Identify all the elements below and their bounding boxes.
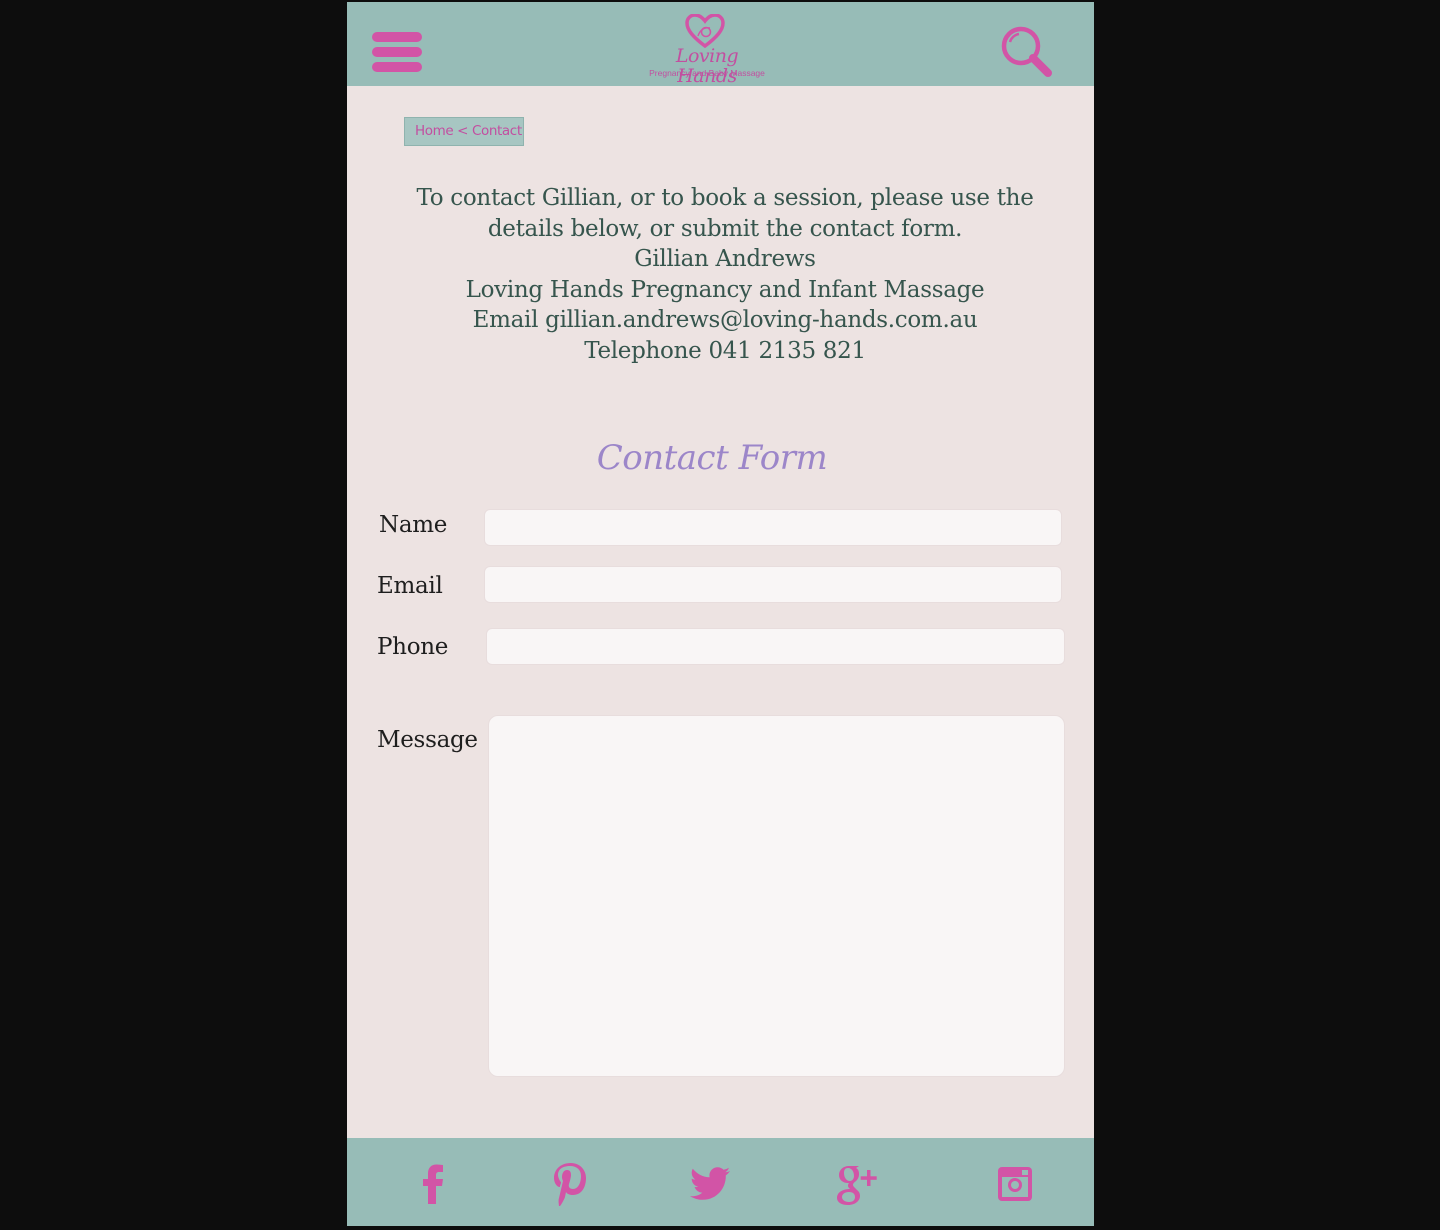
contact-telephone: Telephone 041 2135 821	[584, 337, 866, 364]
contact-email: Email gillian.andrews@loving-hands.com.a…	[472, 307, 978, 334]
message-label: Message	[377, 727, 478, 753]
intro-line: details below, or submit the contact for…	[487, 215, 963, 242]
contact-name: Gillian Andrews	[634, 246, 816, 273]
intro-line: To contact Gillian, or to book a session…	[416, 185, 1034, 211]
header-bar: Loving Hands Pregnancy and Baby Massage	[347, 2, 1094, 86]
breadcrumb-current: Contact	[471, 123, 522, 139]
message-textarea[interactable]	[488, 715, 1065, 1077]
twitter-icon[interactable]	[686, 1160, 734, 1208]
logo-subtitle: Pregnancy and Baby Massage	[649, 68, 765, 78]
name-field[interactable]	[484, 509, 1062, 546]
google-plus-icon[interactable]	[831, 1160, 879, 1208]
facebook-icon[interactable]	[409, 1160, 457, 1208]
pinterest-icon[interactable]	[547, 1160, 595, 1208]
heart-logo-icon	[685, 14, 725, 48]
breadcrumb: Home < Contact	[404, 117, 524, 146]
instagram-icon[interactable]	[991, 1160, 1039, 1208]
logo[interactable]: Loving Hands Pregnancy and Baby Massage	[647, 12, 767, 87]
breadcrumb-separator: <	[453, 123, 472, 139]
email-label: Email	[377, 573, 443, 599]
footer-social-bar	[347, 1138, 1094, 1226]
breadcrumb-home-link[interactable]: Home	[415, 123, 454, 139]
phone-label: Phone	[377, 634, 449, 660]
mobile-page: Loving Hands Pregnancy and Baby Massage …	[347, 2, 1094, 1226]
menu-icon[interactable]	[372, 32, 422, 72]
search-icon[interactable]	[999, 24, 1055, 80]
email-field[interactable]	[484, 566, 1062, 603]
business-name: Loving Hands Pregnancy and Infant Massag…	[465, 276, 985, 303]
contact-intro: To contact Gillian, or to book a session…	[367, 183, 1083, 367]
logo-title: Loving Hands	[675, 45, 739, 87]
contact-form-title: Contact Form	[596, 438, 828, 478]
name-label: Name	[379, 512, 448, 538]
phone-field[interactable]	[486, 628, 1065, 665]
